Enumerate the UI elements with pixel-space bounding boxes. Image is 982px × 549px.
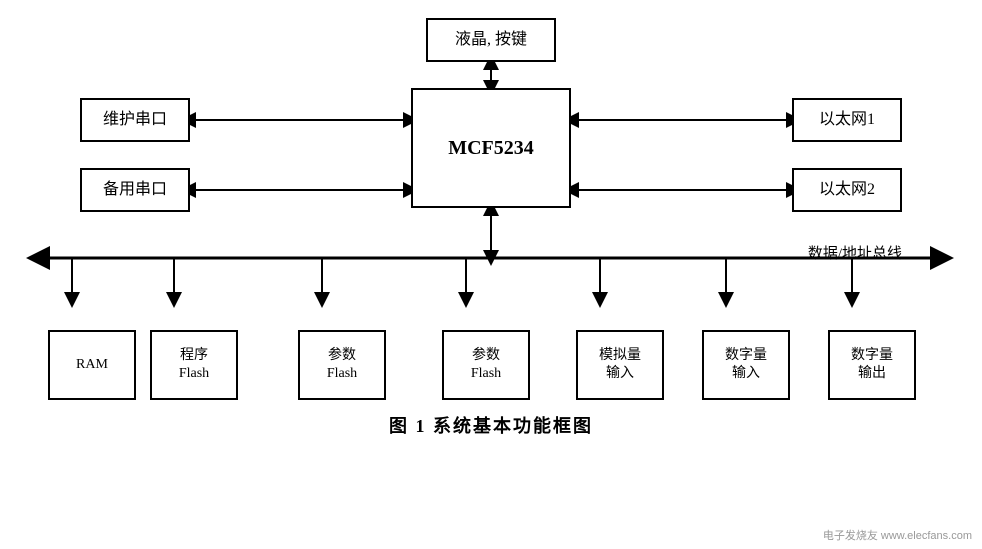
param-flash2-label: 参数Flash (471, 347, 501, 383)
mcf-label: MCF5234 (448, 135, 534, 161)
eth2-box: 以太网2 (792, 168, 902, 212)
analog-in-box: 模拟量输入 (576, 330, 664, 400)
param-flash1-box: 参数Flash (298, 330, 386, 400)
beiyon-label: 备用串口 (103, 180, 167, 201)
bus-section: 数据/地址总线 (20, 242, 962, 272)
mcf-box: MCF5234 (411, 88, 571, 208)
dig-out-label: 数字量输出 (851, 347, 893, 383)
diagram-container: 液晶, 按键 MCF5234 维护串口 备用串口 以太网1 以太网2 数据/地址… (0, 0, 982, 549)
weihu-label: 维护串口 (103, 110, 167, 131)
weihu-box: 维护串口 (80, 98, 190, 142)
dig-in-label: 数字量输入 (725, 347, 767, 383)
param-flash1-label: 参数Flash (327, 347, 357, 383)
lcd-box: 液晶, 按键 (426, 18, 556, 62)
param-flash2-box: 参数Flash (442, 330, 530, 400)
beiyon-box: 备用串口 (80, 168, 190, 212)
dig-in-box: 数字量输入 (702, 330, 790, 400)
eth1-label: 以太网1 (819, 110, 875, 131)
bottom-section: RAM 程序Flash 参数Flash 参数Flash 模拟量输入 数字量输入 … (20, 300, 962, 400)
ram-box: RAM (48, 330, 136, 400)
ram-label: RAM (76, 356, 108, 374)
lcd-label: 液晶, 按键 (455, 30, 527, 51)
analog-in-label: 模拟量输入 (599, 347, 641, 383)
caption: 图 1 系统基本功能框图 (389, 412, 593, 438)
watermark: 电子发烧友 www.elecfans.com (823, 527, 972, 543)
prog-flash-label: 程序Flash (179, 347, 209, 383)
top-section: 液晶, 按键 MCF5234 维护串口 备用串口 以太网1 以太网2 (20, 18, 962, 238)
eth2-label: 以太网2 (819, 180, 875, 201)
prog-flash-box: 程序Flash (150, 330, 238, 400)
eth1-box: 以太网1 (792, 98, 902, 142)
bus-label: 数据/地址总线 (808, 242, 902, 263)
dig-out-box: 数字量输出 (828, 330, 916, 400)
